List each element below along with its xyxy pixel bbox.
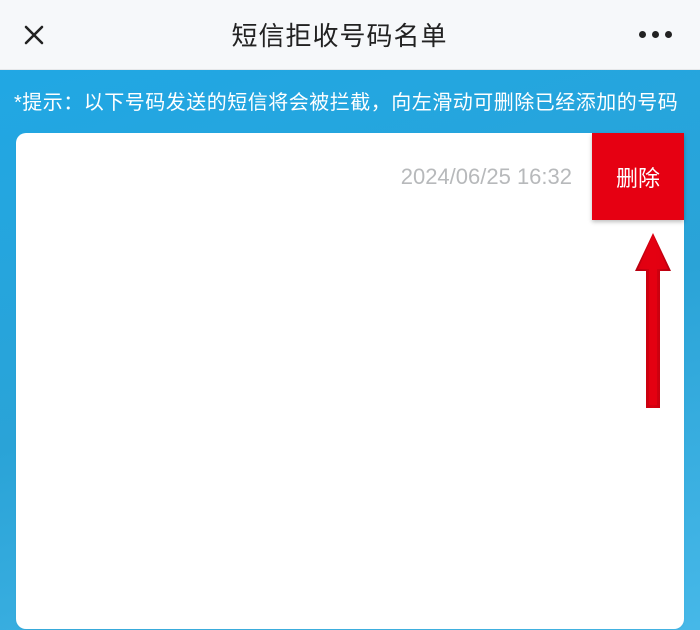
delete-button[interactable]: 删除 [592,133,684,220]
page-title: 短信拒收号码名单 [231,16,447,53]
close-icon[interactable] [20,21,48,49]
x-glyph [22,23,46,47]
block-list-card: 93 2024/06/25 16:32 删除 [16,133,684,629]
tip-text: *提示：以下号码发送的短信将会被拦截，向左滑动可删除已经添加的号码 [0,70,700,133]
list-item[interactable]: 93 2024/06/25 16:32 删除 [0,133,592,220]
header-bar: 短信拒收号码名单 [0,0,700,70]
more-icon[interactable] [631,23,680,46]
annotation-arrow-icon [633,233,673,408]
timestamp: 2024/06/25 16:32 [401,164,572,190]
list-item-content: 93 2024/06/25 16:32 [0,161,592,192]
